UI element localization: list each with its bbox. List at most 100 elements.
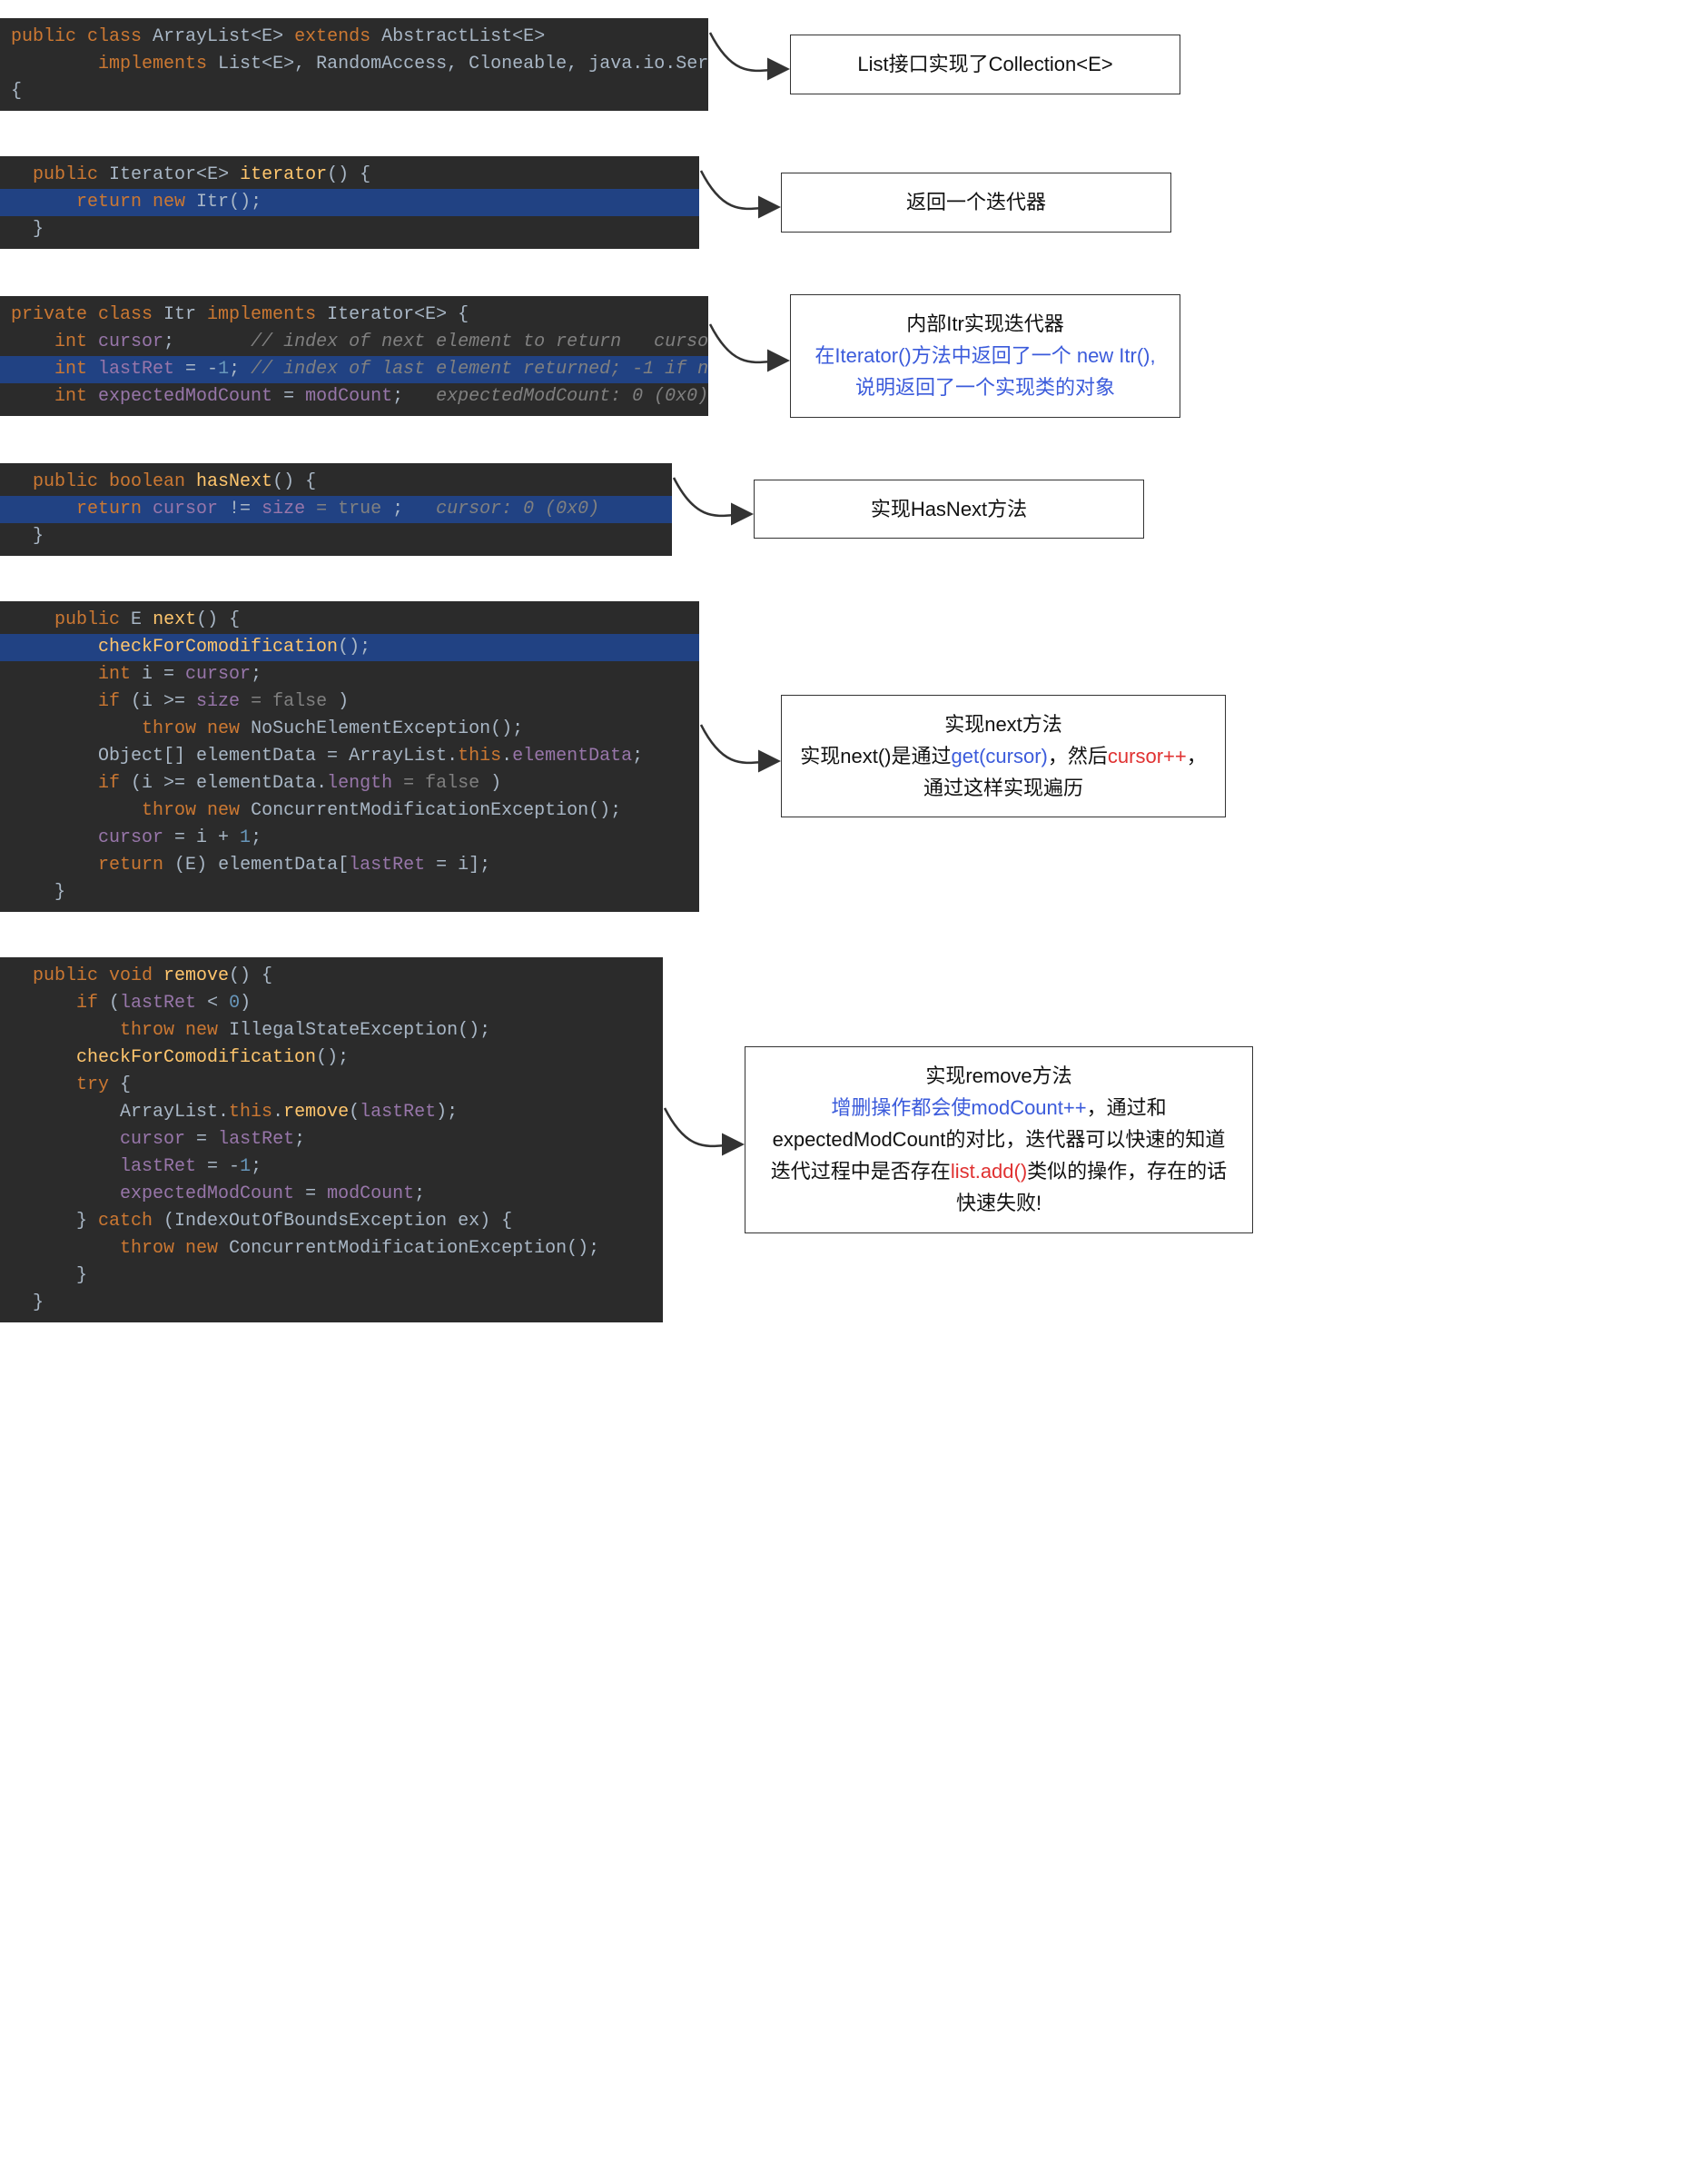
annotation-text: List接口实现了Collection<E> (857, 53, 1112, 75)
code-token: public class (11, 26, 153, 47)
annotation-box: List接口实现了Collection<E> (790, 35, 1180, 94)
code-line: int i = cursor; (0, 661, 699, 688)
code-line: throw new ConcurrentModificationExceptio… (0, 797, 699, 825)
code-token: } (11, 526, 44, 547)
code-line: } (0, 1290, 663, 1317)
code-token: ; (251, 827, 262, 848)
code-token: ( (349, 1102, 360, 1123)
code-token: ; (163, 332, 251, 352)
code-line: } (0, 216, 699, 243)
code-token: public void (11, 965, 163, 986)
code-token: IndexOutOfBoundsException (174, 1211, 447, 1232)
code-token (11, 993, 76, 1014)
code-token: E (425, 304, 436, 325)
code-token: // index of next element to return curso… (251, 332, 708, 352)
code-token: remove (283, 1102, 349, 1123)
code-token (11, 637, 98, 658)
code-line: try { (0, 1072, 663, 1099)
code-token: public (54, 609, 131, 630)
code-token: ) (479, 773, 501, 794)
annotation-line: 内部Itr实现迭代器 (809, 308, 1161, 340)
code-token: // index of last element returned; -1 if… (251, 359, 708, 380)
code-token: expectedModCount (120, 1183, 294, 1204)
code-line: expectedModCount = modCount; (0, 1181, 663, 1208)
code-token: expectedModCount: 0 (0x0) (436, 386, 708, 407)
code-token: (); (316, 1047, 349, 1068)
code-token: throw new (120, 1238, 229, 1259)
code-token: () { (196, 609, 240, 630)
annotation-text: list.add() (951, 1160, 1027, 1183)
annotation-text: 实现HasNext方法 (871, 498, 1027, 520)
code-block: public void remove() { if (lastRet < 0) … (0, 957, 663, 1322)
code-line: if (i >= size = false ) (0, 688, 699, 716)
code-token: lastRet (98, 359, 174, 380)
code-token (11, 609, 54, 630)
code-token: 1 (240, 827, 251, 848)
code-line: if (lastRet < 0) (0, 990, 663, 1017)
code-token: (); (338, 637, 370, 658)
code-token: ArrayList (153, 26, 251, 47)
code-token: (); (229, 192, 262, 213)
code-line: public class ArrayList<E> extends Abstra… (0, 24, 708, 51)
diagram-row: public class ArrayList<E> extends Abstra… (0, 18, 1708, 111)
code-token: (); (458, 1020, 490, 1041)
code-line: ArrayList.this.remove(lastRet); (0, 1099, 663, 1126)
code-line: checkForComodification(); (0, 1044, 663, 1072)
code-token: checkForComodification (76, 1047, 316, 1068)
annotation-text: 在Iterator()方法中返回了一个 new Itr(),说明返回了一个实现类… (815, 344, 1155, 399)
code-token: private class (11, 304, 163, 325)
arrow-icon (663, 1094, 745, 1185)
code-token: } (11, 882, 65, 903)
code-token: cursor: 0 (0x0) (436, 499, 599, 520)
annotation-text: 返回一个迭代器 (906, 191, 1046, 213)
code-token: if (98, 773, 131, 794)
code-token: lastRet (120, 993, 196, 1014)
diagram-row: public boolean hasNext() { return cursor… (0, 463, 1708, 556)
code-token: = (272, 386, 305, 407)
annotation-text: 实现next()是通过 (800, 745, 951, 767)
annotation-box: 实现remove方法增删操作都会使modCount++，通过和expectedM… (745, 1046, 1253, 1233)
diagram-row: public void remove() { if (lastRet < 0) … (0, 957, 1708, 1322)
code-token: 1 (240, 1156, 251, 1177)
code-token: = - (196, 1156, 240, 1177)
code-line: public Iterator<E> iterator() { (0, 162, 699, 189)
annotation-box: 实现next方法实现next()是通过get(cursor)，然后cursor+… (781, 695, 1226, 818)
arrow-icon (672, 464, 754, 555)
code-token: ) elementData[ (196, 855, 349, 876)
code-token (11, 718, 142, 739)
code-token: cursor (185, 664, 251, 685)
annotation-text: 实现next方法 (944, 713, 1062, 736)
code-line: throw new IllegalStateException(); (0, 1017, 663, 1044)
code-token: iterator (240, 164, 327, 185)
code-token: hasNext (196, 471, 272, 492)
code-token: ( (174, 855, 185, 876)
arrow-icon (699, 711, 781, 802)
code-token (11, 800, 142, 821)
code-line: implements List<E>, RandomAccess, Clonea… (0, 51, 708, 78)
code-line: { (0, 78, 708, 105)
code-token: > (272, 26, 294, 47)
code-token: ) (240, 993, 251, 1014)
code-token: < (512, 26, 523, 47)
code-token: = i]; (425, 855, 490, 876)
code-token: < (414, 304, 425, 325)
code-token (11, 1129, 120, 1150)
annotation-text: 实现remove方法 (925, 1064, 1071, 1087)
code-token: public (11, 164, 109, 185)
code-token: (); (567, 1238, 599, 1259)
code-token: ; (414, 1183, 425, 1204)
code-token: ; (229, 359, 251, 380)
code-token: ( (163, 1211, 174, 1232)
code-token (11, 746, 98, 767)
code-token: i = (142, 664, 185, 685)
code-line: public E next() { (0, 607, 699, 634)
arrow-icon (708, 311, 790, 401)
code-token: (i >= elementData. (131, 773, 327, 794)
code-token: modCount (327, 1183, 414, 1204)
code-token: Itr (163, 304, 196, 325)
annotation-text: get(cursor) (952, 745, 1048, 767)
code-token: java.io.Serializable (588, 54, 708, 74)
code-token: NoSuchElementException (251, 718, 490, 739)
code-token: ConcurrentModificationException (229, 1238, 567, 1259)
code-token: (); (490, 718, 523, 739)
